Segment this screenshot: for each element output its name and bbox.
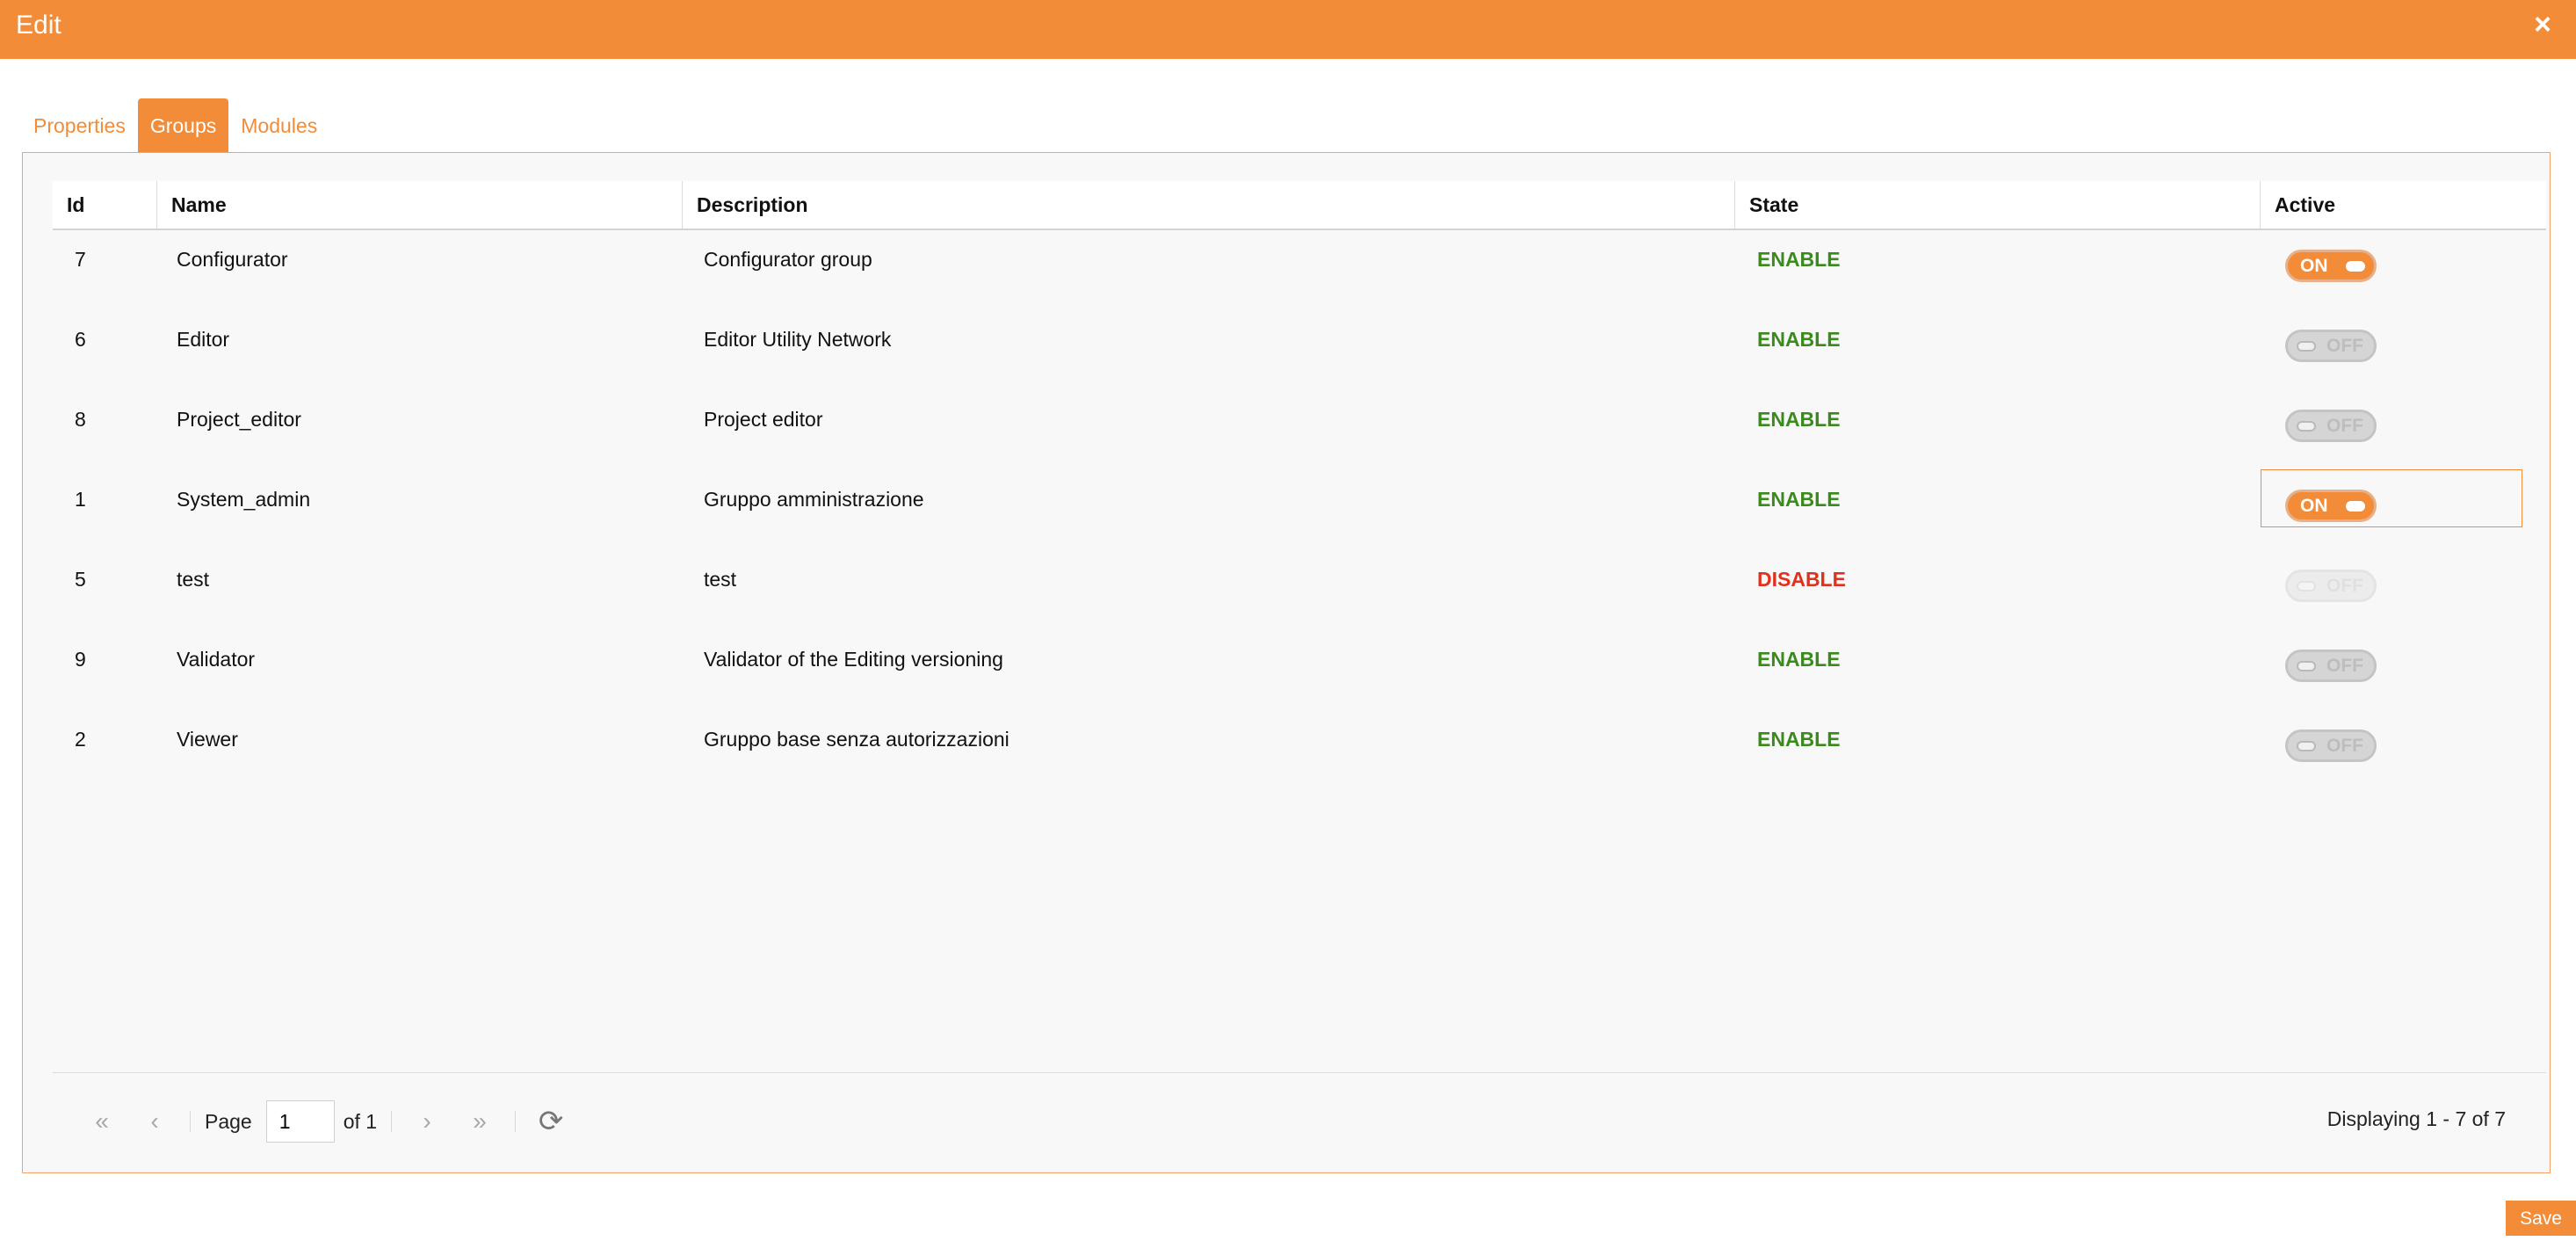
cell-id: 6	[75, 328, 86, 351]
active-toggle[interactable]: ON	[2285, 490, 2377, 522]
toggle-label: OFF	[2326, 576, 2363, 596]
close-icon[interactable]: ×	[2527, 7, 2558, 42]
toggle-label: OFF	[2326, 656, 2363, 676]
cell-description: Configurator group	[704, 248, 872, 271]
displaying-info: Displaying 1 - 7 of 7	[2326, 1107, 2506, 1130]
cell-id: 7	[75, 248, 86, 271]
toggle-knob	[2297, 741, 2316, 751]
toggle-knob	[2346, 501, 2365, 512]
window-titlebar: Edit ×	[0, 0, 2576, 59]
groups-panel: Id Name Description State Active 7 Config…	[22, 152, 2551, 1173]
separator	[391, 1111, 393, 1132]
cell-active: OFF	[2261, 550, 2546, 630]
cell-state status-badge: ENABLE	[1757, 488, 1841, 511]
cell-active: ON	[2261, 230, 2546, 310]
cell-id: 9	[75, 648, 86, 671]
separator	[190, 1111, 191, 1132]
next-page-icon[interactable]: ›	[401, 1107, 453, 1136]
column-header-name[interactable]: Name	[157, 181, 683, 229]
cell-active: OFF	[2261, 630, 2546, 710]
cell-id: 8	[75, 408, 86, 431]
toggle-knob	[2297, 661, 2316, 671]
column-header-state[interactable]: State	[1735, 181, 2261, 229]
cell-name: Editor	[177, 328, 230, 351]
grid-footer-divider	[53, 1072, 2546, 1073]
page-number-input[interactable]	[265, 1100, 335, 1143]
toggle-knob	[2346, 261, 2365, 272]
cell-description: Gruppo base senza autorizzazioni	[704, 728, 1009, 751]
cell-state status-badge: ENABLE	[1757, 248, 1841, 271]
cell-state status-badge: ENABLE	[1757, 648, 1841, 671]
toggle-knob	[2297, 581, 2316, 591]
tab-modules[interactable]: Modules	[228, 98, 329, 153]
tab-properties[interactable]: Properties	[21, 98, 138, 153]
toggle-label: OFF	[2326, 336, 2363, 356]
column-header-active[interactable]: Active	[2261, 181, 2546, 229]
window-title: Edit	[16, 10, 62, 40]
cell-state status-badge: DISABLE	[1757, 568, 1846, 591]
toggle-knob	[2297, 421, 2316, 432]
cell-id: 1	[75, 488, 86, 511]
cell-state status-badge: ENABLE	[1757, 408, 1841, 431]
cell-description: Validator of the Editing versioning	[704, 648, 1003, 671]
toggle-label: ON	[2300, 496, 2328, 516]
table-row[interactable]: 1 System_admin Gruppo amministrazione ENABL…	[53, 469, 2546, 550]
cell-name: test	[177, 568, 210, 591]
cell-name: Configurator	[177, 248, 288, 271]
separator	[515, 1111, 517, 1132]
first-page-icon[interactable]: «	[76, 1107, 128, 1136]
page-label: Page	[205, 1109, 252, 1133]
cell-id: 2	[75, 728, 86, 751]
page-count-label: of 1	[343, 1109, 378, 1133]
pagination-toolbar: « ‹ Page of 1 › » ⟳	[76, 1095, 577, 1148]
table-row[interactable]: 2 Viewer Gruppo base senza autorizzazioni E…	[53, 710, 2546, 790]
grid-body: 7 Configurator Configurator group ENABLE ON 6…	[53, 230, 2546, 790]
cell-active: OFF	[2261, 710, 2546, 790]
active-toggle[interactable]: OFF	[2285, 650, 2377, 682]
active-toggle[interactable]: OFF	[2285, 410, 2377, 442]
cell-name: Viewer	[177, 728, 238, 751]
prev-page-icon[interactable]: ‹	[128, 1107, 181, 1136]
cell-active: OFF	[2261, 390, 2546, 470]
grid-header: Id Name Description State Active	[53, 181, 2546, 230]
table-row[interactable]: 9 Validator Validator of the Editing versi…	[53, 630, 2546, 710]
cell-state status-badge: ENABLE	[1757, 328, 1841, 351]
cell-description: Gruppo amministrazione	[704, 488, 924, 511]
toggle-label: ON	[2300, 256, 2328, 276]
toggle-label: OFF	[2326, 736, 2363, 756]
tab-groups[interactable]: Groups	[137, 98, 229, 153]
cell-description: Project editor	[704, 408, 823, 431]
cell-description: Editor Utility Network	[704, 328, 892, 351]
last-page-icon[interactable]: »	[453, 1107, 506, 1136]
cell-active: ON	[2261, 469, 2546, 550]
cell-name: Validator	[177, 648, 256, 671]
cell-description: test	[704, 568, 737, 591]
table-row[interactable]: 5 test test DISABLE OFF	[53, 550, 2546, 630]
refresh-icon[interactable]: ⟳	[525, 1104, 577, 1139]
cell-active: OFF	[2261, 310, 2546, 390]
save-button[interactable]: Save	[2506, 1201, 2576, 1236]
toggle-label: OFF	[2326, 416, 2363, 436]
active-toggle: OFF	[2285, 570, 2377, 602]
cell-state status-badge: ENABLE	[1757, 728, 1841, 751]
cell-name: Project_editor	[177, 408, 301, 431]
table-row[interactable]: 8 Project_editor Project editor ENABLE OFF	[53, 390, 2546, 470]
tab-bar: Properties Groups Modules	[21, 98, 329, 153]
toggle-knob	[2297, 341, 2316, 352]
column-header-description[interactable]: Description	[683, 181, 1735, 229]
table-row[interactable]: 6 Editor Editor Utility Network ENABLE OFF	[53, 310, 2546, 390]
active-toggle[interactable]: ON	[2285, 250, 2377, 282]
column-header-id[interactable]: Id	[53, 181, 157, 229]
active-toggle[interactable]: OFF	[2285, 729, 2377, 762]
cell-name: System_admin	[177, 488, 311, 511]
cell-id: 5	[75, 568, 86, 591]
table-row[interactable]: 7 Configurator Configurator group ENABLE ON	[53, 230, 2546, 310]
active-toggle[interactable]: OFF	[2285, 330, 2377, 362]
